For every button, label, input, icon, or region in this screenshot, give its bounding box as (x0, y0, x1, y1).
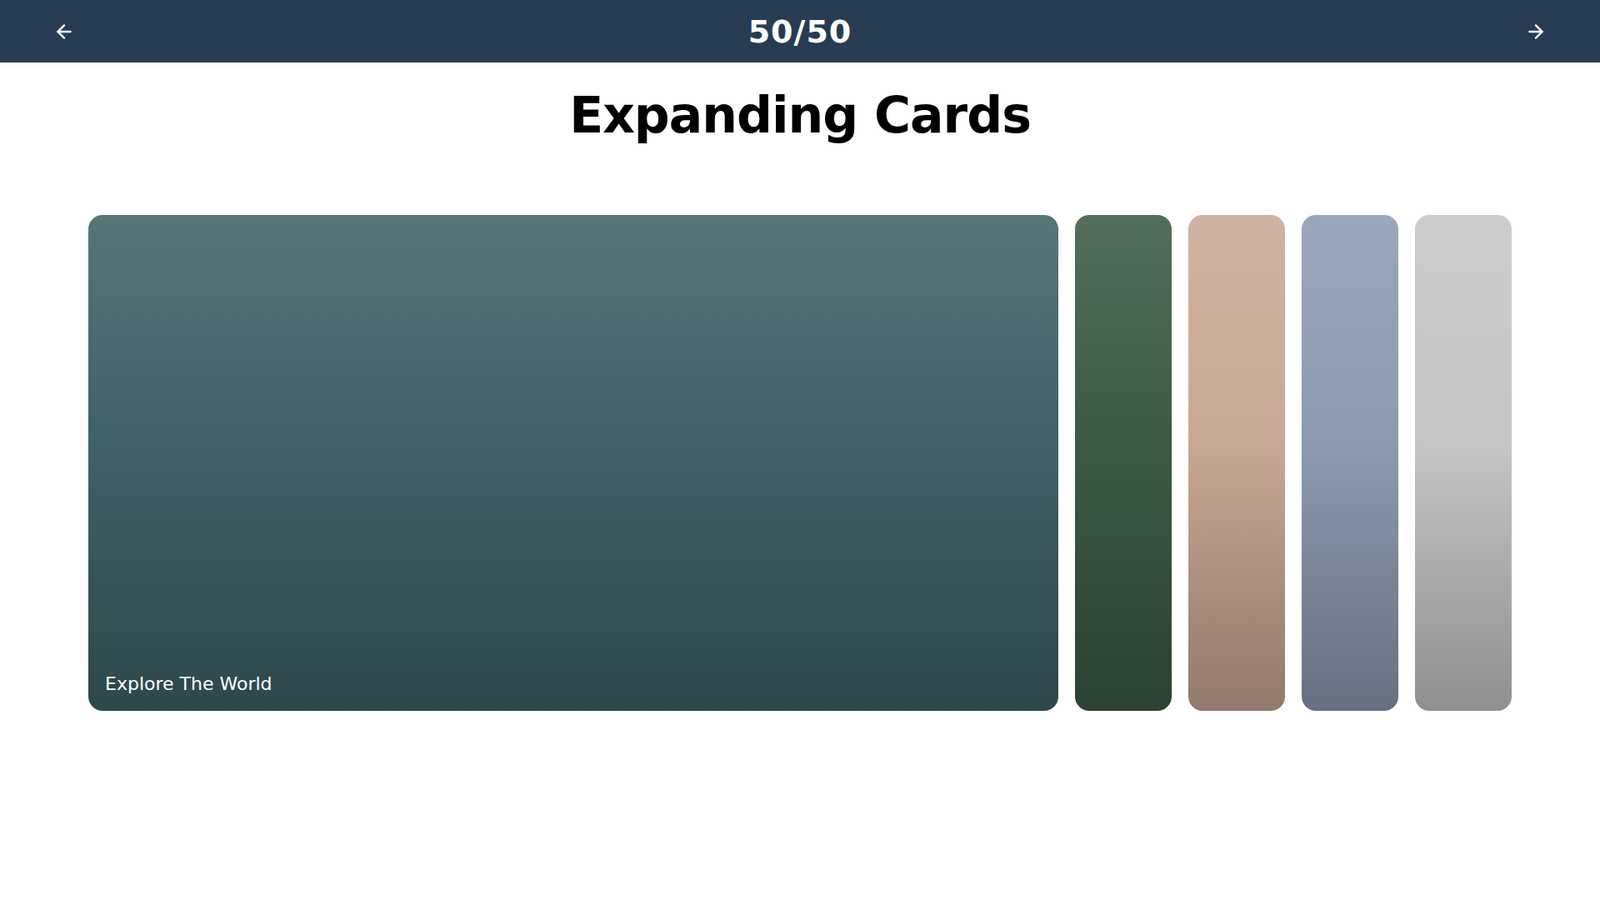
card-row: Explore The World (0, 215, 1600, 711)
card[interactable]: Explore The World (88, 215, 1059, 711)
card[interactable] (1075, 215, 1172, 711)
top-bar: 50/50 (0, 0, 1600, 63)
previous-button[interactable] (50, 17, 79, 46)
card[interactable] (1188, 215, 1285, 711)
arrow-left-icon (53, 20, 75, 43)
card[interactable] (1301, 215, 1399, 711)
next-button[interactable] (1521, 17, 1550, 46)
page: 50/50 Expanding Cards Explore The World (0, 0, 1600, 900)
page-title: Expanding Cards (0, 84, 1600, 146)
arrow-right-icon (1525, 20, 1547, 43)
card-title: Explore The World (105, 673, 273, 695)
card[interactable] (1415, 215, 1512, 711)
counter: 50/50 (748, 13, 853, 50)
